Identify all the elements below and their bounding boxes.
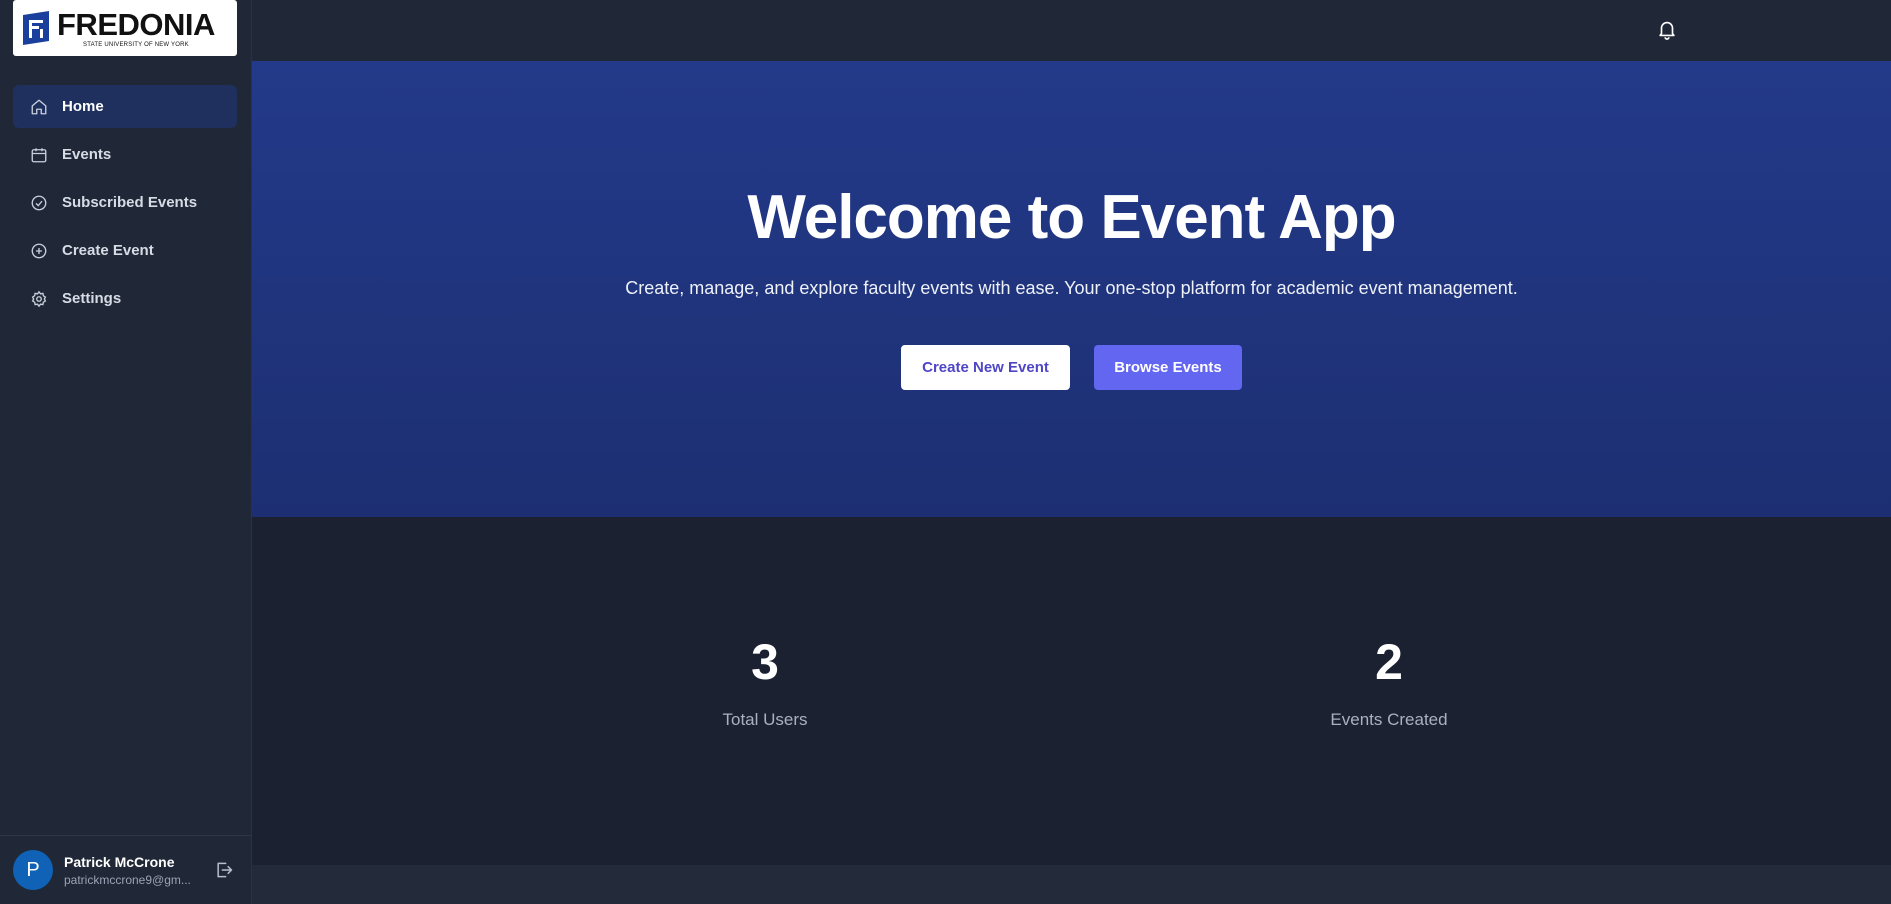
user-panel: P Patrick McCrone patrickmccrone9@gm... xyxy=(0,835,252,904)
sidebar-item-label: Events xyxy=(62,146,112,163)
create-new-event-button[interactable]: Create New Event xyxy=(901,345,1070,390)
stat-value: 3 xyxy=(751,634,779,690)
avatar[interactable]: P xyxy=(13,850,53,890)
plus-circle-icon xyxy=(30,242,48,260)
sidebar-item-label: Settings xyxy=(62,290,122,307)
top-bar xyxy=(252,0,1891,61)
stat-total-users: 3 Total Users xyxy=(615,637,915,730)
sidebar: FREDONIA STATE UNIVERSITY OF NEW YORK Ho… xyxy=(0,0,252,904)
sidebar-item-subscribed-events[interactable]: Subscribed Events xyxy=(13,181,237,224)
sidebar-item-label: Create Event xyxy=(62,242,154,259)
hero-subtitle: Create, manage, and explore faculty even… xyxy=(625,278,1518,298)
logout-icon[interactable] xyxy=(214,860,234,880)
stat-events-created: 2 Events Created xyxy=(1239,637,1539,730)
sidebar-nav: Home Events Subscribed Events Create Eve… xyxy=(13,85,237,325)
hero-title: Welcome to Event App xyxy=(747,183,1396,252)
check-circle-icon xyxy=(30,194,48,212)
stat-label: Total Users xyxy=(722,710,808,729)
fredonia-logo[interactable]: FREDONIA STATE UNIVERSITY OF NEW YORK xyxy=(13,0,237,56)
user-name: Patrick McCrone xyxy=(64,853,175,870)
sidebar-item-settings[interactable]: Settings xyxy=(13,277,237,320)
logo-wordmark: FREDONIA xyxy=(57,6,215,42)
sidebar-item-events[interactable]: Events xyxy=(13,133,237,176)
sidebar-item-home[interactable]: Home xyxy=(13,85,237,128)
calendar-icon xyxy=(30,146,48,164)
sidebar-item-create-event[interactable]: Create Event xyxy=(13,229,237,272)
sidebar-item-label: Subscribed Events xyxy=(62,194,198,211)
gear-icon xyxy=(30,290,48,308)
home-icon xyxy=(30,98,48,116)
logo-subtitle: STATE UNIVERSITY OF NEW YORK xyxy=(83,41,189,48)
stat-value: 2 xyxy=(1375,634,1403,690)
sidebar-item-label: Home xyxy=(62,98,104,115)
user-email: patrickmccrone9@gm... xyxy=(64,872,191,887)
notification-bell-icon[interactable] xyxy=(1656,17,1678,41)
footer-strip xyxy=(252,865,1891,904)
hero-actions: Create New Event Browse Events xyxy=(252,345,1891,390)
stat-label: Events Created xyxy=(1330,710,1448,729)
stats-section: 3 Total Users 2 Events Created xyxy=(252,517,1891,865)
browse-events-button[interactable]: Browse Events xyxy=(1094,345,1242,390)
fredonia-logo-mark-icon xyxy=(23,11,49,45)
hero-section: Welcome to Event App Create, manage, and… xyxy=(252,61,1891,517)
